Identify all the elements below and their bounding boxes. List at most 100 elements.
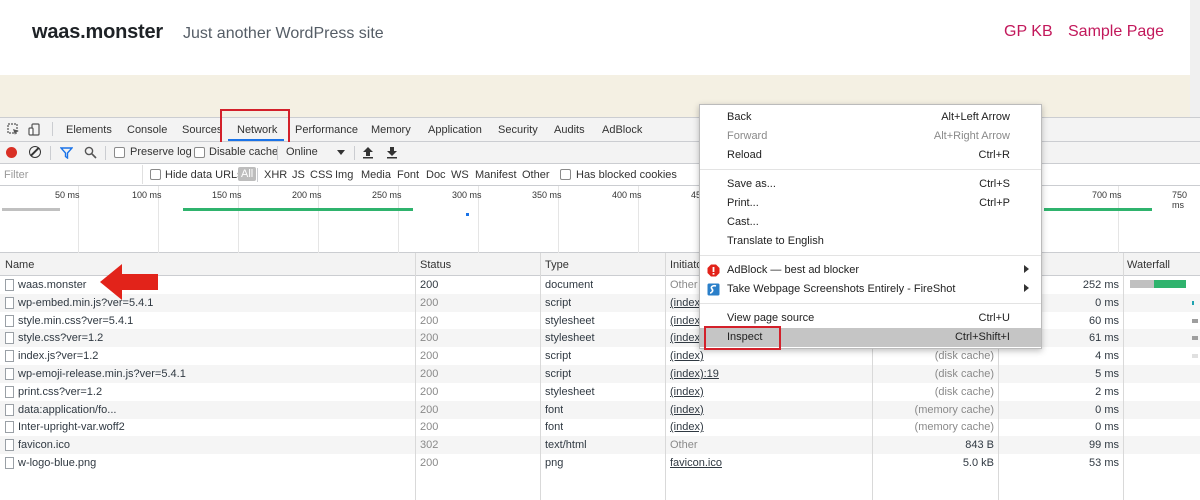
menu-item-fireshot[interactable]: Take Webpage Screenshots Entirely - Fire…: [700, 280, 1041, 299]
column-divider: [665, 253, 666, 500]
file-icon: [5, 385, 14, 398]
disable-cache-checkbox[interactable]: [194, 147, 205, 158]
upload-icon[interactable]: [362, 146, 374, 159]
request-initiator[interactable]: (index): [670, 404, 865, 416]
type-filter-manifest[interactable]: Manifest: [475, 169, 517, 181]
request-initiator[interactable]: (index): [670, 421, 865, 433]
tab-performance[interactable]: Performance: [295, 124, 358, 136]
column-header-name[interactable]: Name: [5, 259, 34, 271]
table-row[interactable]: favicon.ico 302 text/html Other 843 B 99 ms: [0, 436, 1200, 455]
menu-item-label: View page source: [727, 312, 815, 324]
request-type: stylesheet: [545, 314, 595, 327]
request-name[interactable]: waas.monster: [18, 279, 413, 291]
type-filter-media[interactable]: Media: [361, 169, 391, 181]
request-type: script: [545, 350, 572, 363]
download-icon[interactable]: [386, 146, 398, 159]
request-name[interactable]: w-logo-blue.png: [18, 457, 413, 469]
table-row[interactable]: w-logo-blue.png 200 png favicon.ico 5.0 kB 53…: [0, 454, 1200, 472]
file-icon: [5, 457, 14, 469]
device-toolbar-icon[interactable]: [28, 123, 41, 136]
filter-input[interactable]: [0, 165, 143, 184]
menu-item-print[interactable]: Print... Ctrl+P: [700, 194, 1041, 213]
request-name[interactable]: Inter-upright-var.woff2: [18, 421, 413, 433]
menu-item-cast[interactable]: Cast...: [700, 213, 1041, 232]
request-initiator[interactable]: (index): [670, 386, 865, 398]
menu-separator: [700, 303, 1041, 304]
nav-link-gp-kb[interactable]: GP KB: [1004, 23, 1053, 41]
request-name[interactable]: style.min.css?ver=5.4.1: [18, 315, 413, 327]
tab-application[interactable]: Application: [428, 124, 482, 136]
table-row[interactable]: print.css?ver=1.2 200 stylesheet (index) (di…: [0, 383, 1200, 401]
chevron-down-icon[interactable]: [337, 150, 345, 156]
request-name[interactable]: wp-emoji-release.min.js?ver=5.4.1: [18, 368, 413, 380]
filter-icon[interactable]: [60, 146, 73, 159]
tab-adblock[interactable]: AdBlock: [602, 124, 642, 136]
request-initiator[interactable]: (index): [670, 350, 865, 362]
tab-audits[interactable]: Audits: [554, 124, 585, 136]
menu-item-label: Print...: [727, 197, 759, 209]
menu-item-forward[interactable]: Forward Alt+Right Arrow: [700, 127, 1041, 146]
site-brand[interactable]: waas.monster: [32, 21, 163, 44]
tab-console[interactable]: Console: [127, 124, 167, 136]
request-initiator[interactable]: (index):19: [670, 368, 865, 380]
column-divider: [415, 253, 416, 500]
ruler-label: 350 ms: [532, 190, 562, 200]
request-name[interactable]: index.js?ver=1.2: [18, 350, 413, 362]
request-name[interactable]: style.css?ver=1.2: [18, 332, 413, 344]
menu-item-translate[interactable]: Translate to English: [700, 232, 1041, 251]
column-header-type[interactable]: Type: [545, 259, 569, 271]
request-size: (disk cache): [934, 350, 994, 363]
request-name[interactable]: data:application/fo...: [18, 404, 413, 416]
hide-data-urls-checkbox[interactable]: [150, 169, 161, 180]
request-initiator[interactable]: favicon.ico: [670, 457, 865, 469]
table-row[interactable]: wp-emoji-release.min.js?ver=5.4.1 200 scri…: [0, 365, 1200, 383]
request-status: 200: [420, 385, 439, 398]
preserve-log-checkbox[interactable]: [114, 147, 125, 158]
request-type: text/html: [545, 439, 587, 452]
menu-item-back[interactable]: Back Alt+Left Arrow: [700, 108, 1041, 127]
search-icon[interactable]: [84, 146, 97, 159]
tab-elements[interactable]: Elements: [66, 124, 112, 136]
menu-item-adblock[interactable]: AdBlock — best ad blocker: [700, 261, 1041, 280]
tab-memory[interactable]: Memory: [371, 124, 411, 136]
column-header-waterfall[interactable]: Waterfall: [1127, 259, 1170, 271]
column-header-initiator[interactable]: Initiato: [670, 259, 702, 271]
type-filter-js[interactable]: JS: [292, 169, 305, 181]
request-name[interactable]: favicon.ico: [18, 439, 413, 451]
clear-icon[interactable]: [29, 146, 41, 158]
menu-item-label: Reload: [727, 149, 762, 161]
preserve-log-label: Preserve log: [130, 146, 192, 158]
record-icon[interactable]: [6, 147, 17, 158]
file-icon: [5, 421, 14, 434]
nav-link-sample-page[interactable]: Sample Page: [1068, 23, 1164, 41]
toolbar-separator: [354, 146, 355, 160]
submenu-arrow-icon: [1024, 265, 1029, 273]
toolbar-separator: [105, 146, 106, 160]
request-name[interactable]: print.css?ver=1.2: [18, 386, 413, 398]
menu-separator: [700, 169, 1041, 170]
table-row[interactable]: index.js?ver=1.2 200 script (index) (disk ca…: [0, 347, 1200, 365]
request-name[interactable]: wp-embed.min.js?ver=5.4.1: [18, 297, 413, 309]
table-row[interactable]: Inter-upright-var.woff2 200 font (index) (me…: [0, 418, 1200, 436]
menu-item-reload[interactable]: Reload Ctrl+R: [700, 146, 1041, 165]
type-filter-doc[interactable]: Doc: [426, 169, 446, 181]
page-scrollbar[interactable]: [1190, 0, 1200, 117]
type-filter-css[interactable]: CSS: [310, 169, 333, 181]
request-time: 99 ms: [1089, 439, 1119, 452]
tab-security[interactable]: Security: [498, 124, 538, 136]
request-size: (disk cache): [934, 368, 994, 380]
type-filter-img[interactable]: Img: [335, 169, 353, 181]
type-filter-all[interactable]: All: [238, 167, 257, 181]
inspect-element-icon[interactable]: [7, 123, 20, 136]
column-header-status[interactable]: Status: [420, 259, 451, 271]
type-filter-other[interactable]: Other: [522, 169, 550, 181]
type-filter-font[interactable]: Font: [397, 169, 419, 181]
table-row[interactable]: data:application/fo... 200 font (index) (mem…: [0, 400, 1200, 419]
request-status: 302: [420, 439, 439, 452]
tab-sources[interactable]: Sources: [182, 124, 222, 136]
blocked-cookies-checkbox[interactable]: [560, 169, 571, 180]
type-filter-xhr[interactable]: XHR: [264, 169, 287, 181]
menu-item-save-as[interactable]: Save as... Ctrl+S: [700, 175, 1041, 194]
throttle-select[interactable]: Online: [286, 146, 318, 158]
type-filter-ws[interactable]: WS: [451, 169, 469, 181]
